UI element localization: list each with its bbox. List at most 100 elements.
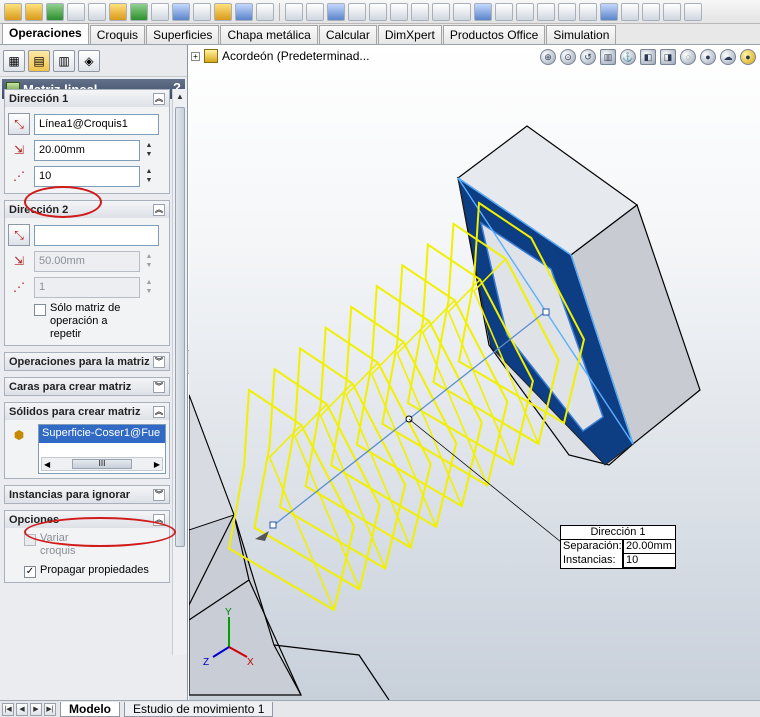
callout-instances-value[interactable]: 10: [623, 553, 675, 568]
dome-icon[interactable]: [306, 2, 324, 21]
next-tab-icon[interactable]: ▶: [30, 702, 42, 716]
direction1-spacing-field[interactable]: 20.00mm: [34, 139, 140, 161]
direction1-instances-field[interactable]: 10: [34, 165, 140, 187]
graphics-viewport[interactable]: + Acordeón (Predeterminad... ⊕ ⊙ ↺ ▥ ⚓ ◧…: [189, 45, 760, 700]
spacing-spinner[interactable]: ▲ ▼: [144, 141, 154, 159]
previous-tab-icon[interactable]: ◀: [16, 702, 28, 716]
tab-estudio-movimiento[interactable]: Estudio de movimiento 1: [124, 701, 274, 717]
dimxpert-manager-tab-icon[interactable]: ◈: [78, 49, 100, 72]
scroll-thumb[interactable]: III: [72, 459, 132, 469]
draft-icon[interactable]: [256, 2, 274, 21]
freeform-icon[interactable]: [600, 2, 618, 21]
direction1-header[interactable]: Dirección 1 ︽: [5, 90, 169, 107]
indent-icon[interactable]: [642, 2, 660, 21]
tab-operaciones[interactable]: Operaciones: [2, 23, 89, 44]
features-to-pattern-title: Operaciones para la matriz: [9, 355, 150, 368]
hole-icon[interactable]: [285, 2, 303, 21]
split-icon[interactable]: [516, 2, 534, 21]
chamfer-icon[interactable]: [193, 2, 211, 21]
direction1-edge-field[interactable]: Línea1@Croquis1: [34, 113, 159, 135]
collapse-chevron-icon[interactable]: ︽: [153, 513, 165, 526]
last-tab-icon[interactable]: ▶|: [44, 702, 56, 716]
instances-spinner[interactable]: ▲ ▼: [144, 278, 154, 296]
wrap-icon[interactable]: [327, 2, 345, 21]
fillet-icon[interactable]: [172, 2, 190, 21]
flex-icon[interactable]: [579, 2, 597, 21]
reverse-direction-icon[interactable]: ⤡: [8, 224, 30, 246]
reverse-direction-icon[interactable]: ⤡: [8, 113, 30, 135]
instant3d-icon[interactable]: [411, 2, 429, 21]
revolve-icon[interactable]: [67, 2, 85, 21]
axis-start-handle[interactable]: [269, 521, 277, 529]
deform-icon[interactable]: [621, 2, 639, 21]
tab-calcular[interactable]: Calcular: [318, 25, 377, 44]
options-body: Variar croquis ✓ Propagar propiedades: [5, 528, 169, 582]
callout-spacing-value[interactable]: 20.00mm: [623, 539, 675, 554]
collapse-chevron-icon[interactable]: ︽: [153, 203, 165, 216]
combine-icon[interactable]: [537, 2, 555, 21]
boundary-icon[interactable]: [130, 2, 148, 21]
tab-superficies[interactable]: Superficies: [146, 25, 220, 44]
extrude-icon[interactable]: [46, 2, 64, 21]
axis-end-handle[interactable]: [542, 308, 550, 316]
tab-productos-office[interactable]: Productos Office: [442, 25, 546, 44]
curves-icon[interactable]: [369, 2, 387, 21]
bodies-listbox[interactable]: Superficie-Coser1@Fue ◀ III ▶: [38, 424, 166, 474]
bodies-list-item[interactable]: Superficie-Coser1@Fue: [39, 425, 165, 443]
instances-spinner[interactable]: ▲ ▼: [144, 167, 154, 185]
direction2-spacing-field[interactable]: 50.00mm: [34, 250, 140, 272]
instances-icon: ⋰: [13, 169, 25, 183]
panel-vertical-scrollbar[interactable]: ▲: [172, 89, 187, 655]
new-document-icon[interactable]: [4, 2, 22, 21]
cylinder-icon[interactable]: [663, 2, 681, 21]
property-manager-tab-icon[interactable]: ▤: [28, 49, 50, 72]
feature-manager-tab-icon[interactable]: ▦: [3, 49, 25, 72]
linear-pattern-icon[interactable]: [432, 2, 450, 21]
delete-body-icon[interactable]: [558, 2, 576, 21]
direction2-edge-field[interactable]: [34, 224, 159, 246]
bodies-to-pattern-header[interactable]: Sólidos para crear matriz ︽: [5, 403, 169, 420]
seed-only-checkbox[interactable]: [34, 304, 46, 316]
loft-icon[interactable]: [109, 2, 127, 21]
expand-chevron-icon[interactable]: ︾: [153, 355, 165, 368]
tab-dimxpert[interactable]: DimXpert: [377, 25, 442, 44]
features-to-pattern-header[interactable]: Operaciones para la matriz ︾: [5, 353, 169, 370]
mirror-icon[interactable]: [453, 2, 471, 21]
toolbar-separator: [279, 2, 280, 21]
collapse-chevron-icon[interactable]: ︽: [153, 92, 165, 105]
spacing-icon: ⇲: [13, 254, 25, 268]
open-icon[interactable]: [25, 2, 43, 21]
shell-icon[interactable]: [235, 2, 253, 21]
cut-extrude-icon[interactable]: [151, 2, 169, 21]
vary-sketch-checkbox[interactable]: [24, 534, 36, 546]
options-header[interactable]: Opciones ︽: [5, 511, 169, 528]
scroll-up-icon[interactable]: ▲: [173, 89, 187, 104]
reference-geometry-icon[interactable]: [390, 2, 408, 21]
sweep-icon[interactable]: [88, 2, 106, 21]
intersect-icon[interactable]: [348, 2, 366, 21]
horizontal-scrollbar[interactable]: ◀ III ▶: [41, 457, 163, 471]
tab-simulation[interactable]: Simulation: [546, 25, 617, 44]
scroll-right-icon[interactable]: ▶: [154, 460, 160, 469]
spacing-spinner[interactable]: ▲ ▼: [144, 252, 154, 270]
propagate-checkbox[interactable]: ✓: [24, 566, 36, 578]
scroll-left-icon[interactable]: ◀: [44, 460, 50, 469]
expand-chevron-icon[interactable]: ︾: [153, 488, 165, 501]
panel-scroll-thumb[interactable]: [175, 107, 185, 547]
faces-to-pattern-header[interactable]: Caras para crear matriz ︾: [5, 378, 169, 395]
pattern-callout[interactable]: Dirección 1 Separación: 20.00mm Instanci…: [560, 525, 676, 569]
tab-croquis[interactable]: Croquis: [89, 25, 146, 44]
move-body-icon[interactable]: [495, 2, 513, 21]
configuration-manager-tab-icon[interactable]: ▥: [53, 49, 75, 72]
surface-icon[interactable]: [684, 2, 702, 21]
collapse-chevron-icon[interactable]: ︽: [153, 405, 165, 418]
direction2-header[interactable]: Dirección 2 ︽: [5, 201, 169, 218]
direction2-instances-field[interactable]: 1: [34, 276, 140, 298]
first-tab-icon[interactable]: |◀: [2, 702, 14, 716]
tab-chapa-metalica[interactable]: Chapa metálica: [220, 25, 318, 44]
instances-to-skip-header[interactable]: Instancias para ignorar ︾: [5, 486, 169, 503]
tab-modelo[interactable]: Modelo: [60, 701, 120, 717]
rib-icon[interactable]: [214, 2, 232, 21]
expand-chevron-icon[interactable]: ︾: [153, 380, 165, 393]
scale-icon[interactable]: [474, 2, 492, 21]
